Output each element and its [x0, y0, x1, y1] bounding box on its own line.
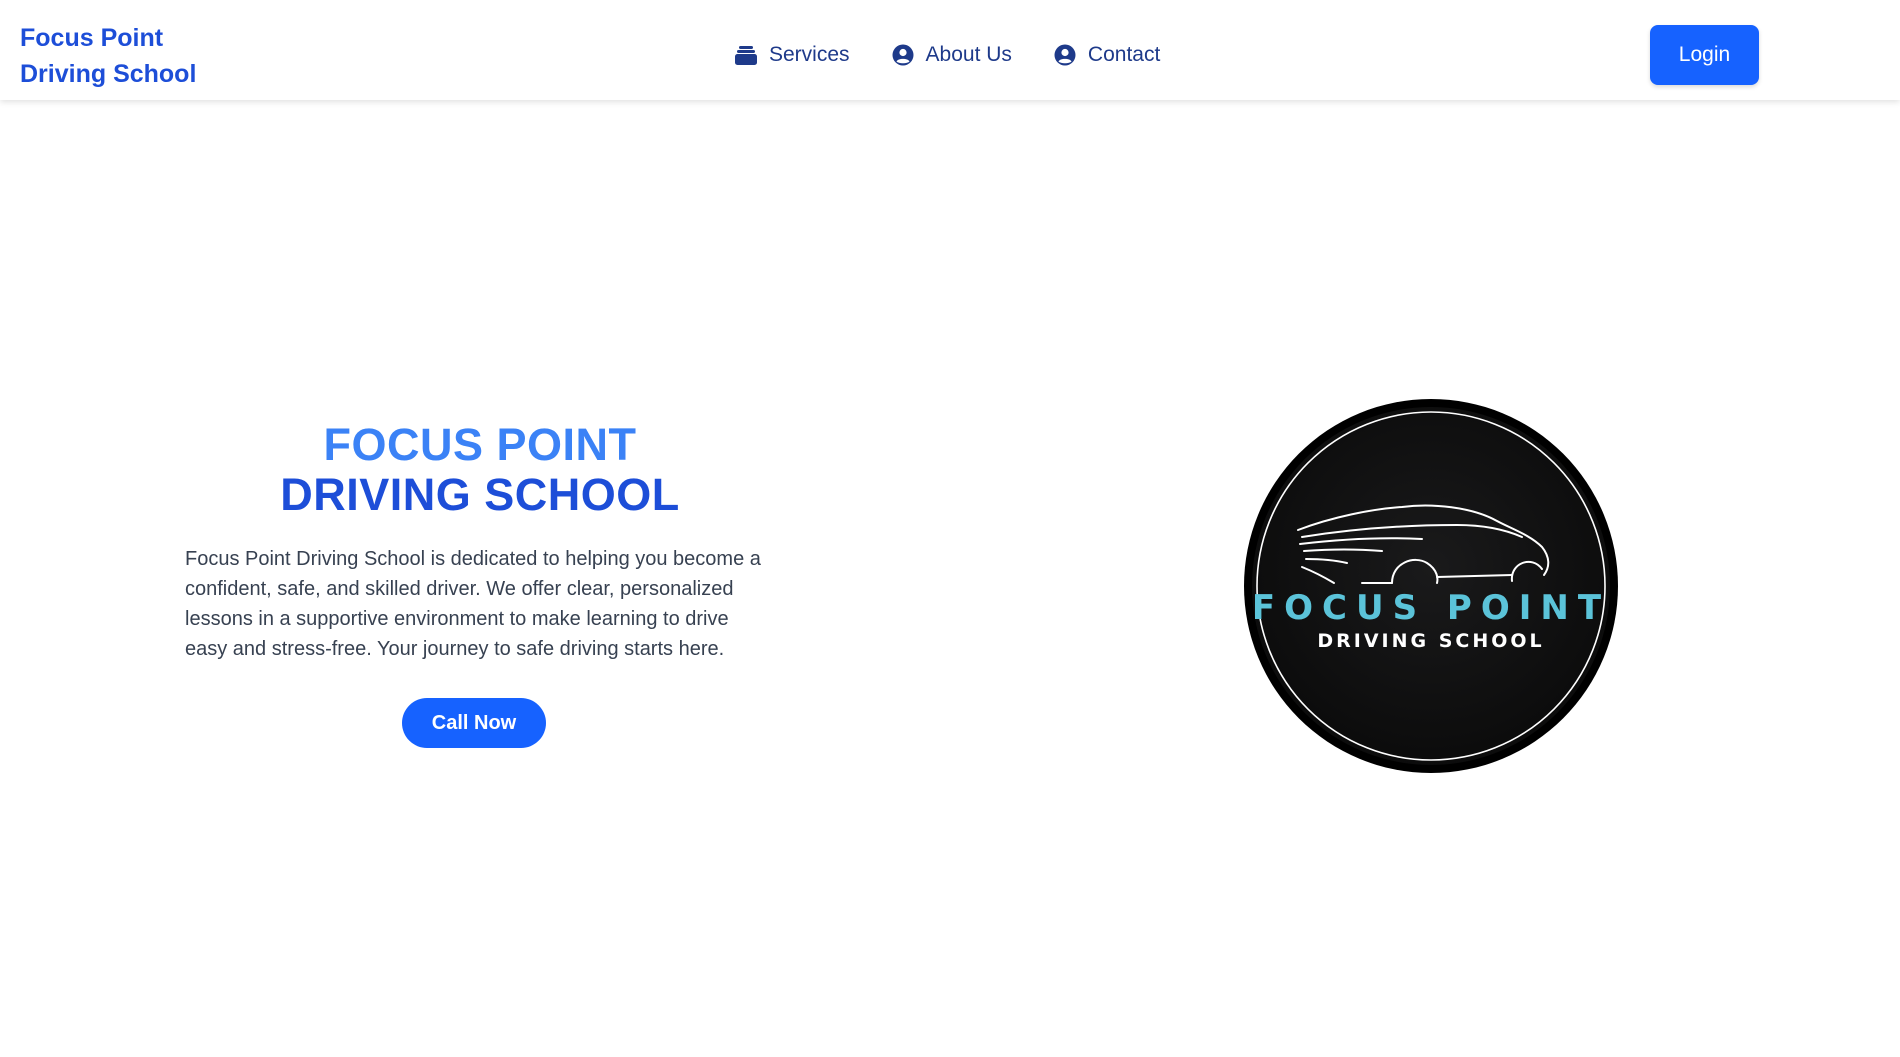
login-button[interactable]: Login	[1650, 25, 1759, 85]
nav-label-contact: Contact	[1087, 43, 1161, 66]
brand-name: Focus Point	[20, 24, 164, 52]
hero-section: FOCUS POINT DRIVING SCHOOL Focus Point D…	[185, 420, 775, 748]
brand-logo-text[interactable]: Focus Point Driving School	[20, 20, 196, 92]
nav-label-services: Services	[769, 43, 850, 66]
site-header: Focus Point Driving School Services Abou…	[0, 0, 1900, 100]
brand-subtitle: Driving School	[20, 60, 197, 88]
user-circle-icon	[892, 44, 914, 66]
hero-title-line1: FOCUS POINT	[323, 419, 637, 470]
user-circle-icon	[1054, 44, 1076, 66]
hero-description: Focus Point Driving School is dedicated …	[185, 548, 761, 660]
logo-text-driving-school: DRIVING SCHOOL	[1317, 630, 1544, 652]
hero-title-line2: DRIVING SCHOOL	[280, 469, 680, 520]
nav-label-about-us: About Us	[925, 43, 1012, 66]
hero-title: FOCUS POINT DRIVING SCHOOL	[185, 420, 775, 520]
logo-text-focus-point: FOCUS POINT	[1252, 588, 1610, 628]
nav-item-services[interactable]: Services	[735, 43, 850, 67]
services-icon	[735, 44, 757, 66]
school-logo: FOCUS POINT DRIVING SCHOOL	[1242, 397, 1620, 775]
main-nav: Services About Us Contact	[735, 36, 1160, 74]
nav-item-contact[interactable]: Contact	[1054, 43, 1160, 67]
nav-item-about-us[interactable]: About Us	[892, 43, 1012, 67]
school-logo-graphic: FOCUS POINT DRIVING SCHOOL	[1244, 399, 1618, 773]
call-now-button[interactable]: Call Now	[402, 698, 546, 748]
